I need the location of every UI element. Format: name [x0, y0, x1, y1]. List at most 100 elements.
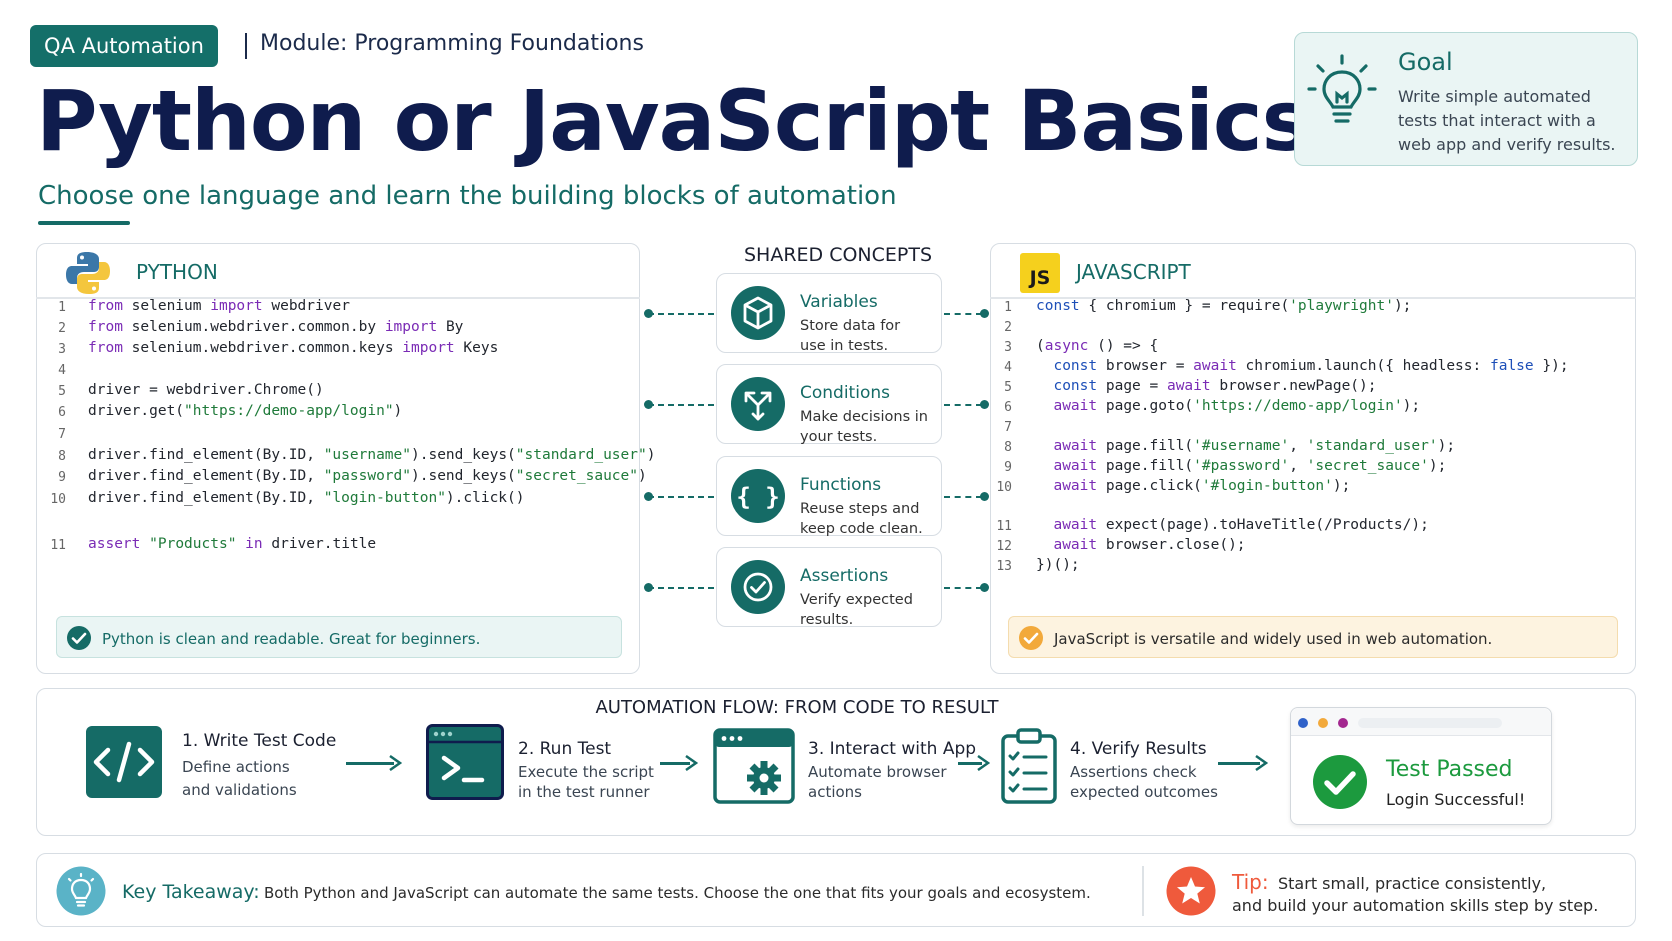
key-takeaway-text: Both Python and JavaScript can automate … [264, 884, 1091, 902]
code-token: selenium [122, 298, 211, 314]
code-token: await [1053, 478, 1098, 494]
line-number: 3 [1004, 340, 1012, 355]
code-text: from selenium.webdriver.common.by import… [88, 319, 463, 335]
topic-badge: QA Automation [30, 25, 218, 67]
code-text: from selenium.webdriver.common.keys impo… [88, 340, 498, 356]
connector-line-left [648, 313, 714, 315]
connector-line-right [944, 496, 982, 498]
flow-step-2-line-1: Execute the script [518, 763, 654, 781]
concept-text: Verify expected results. [800, 592, 913, 628]
flow-step-4-line-1: Assertions check [1070, 763, 1197, 781]
line-number: 3 [58, 342, 66, 357]
code-token: driver.find_element(By.ID, [88, 447, 324, 463]
flow-step-2-line-2: in the test runner [518, 783, 650, 801]
tip-line-2: and build your automation skills step by… [1232, 896, 1599, 915]
code-text: driver.get("https://demo-app/login") [88, 403, 402, 419]
javascript-title: JAVASCRIPT [1076, 260, 1191, 284]
braces-icon: { } [731, 469, 785, 523]
flow-step-4-title: 4. Verify Results [1070, 739, 1207, 759]
code-token: chromium.launch({ headless: [1236, 358, 1490, 374]
check-circle-icon [731, 560, 785, 614]
code-token: ) [638, 468, 647, 484]
connector-line-right [944, 404, 982, 406]
code-token: await [1053, 398, 1098, 414]
code-token: , [1289, 438, 1307, 454]
code-text: driver.find_element(By.ID, "password").s… [88, 468, 647, 484]
python-title: PYTHON [136, 260, 218, 284]
line-number: 9 [1004, 460, 1012, 475]
code-token: "https://demo-app/login" [184, 403, 394, 419]
code-token: '#login-button' [1201, 478, 1333, 494]
check-circle-icon [1313, 755, 1367, 809]
code-token: browser.close(); [1097, 537, 1246, 553]
code-token: selenium.webdriver.common.by [122, 319, 385, 335]
code-token: false [1489, 358, 1534, 374]
code-token: await [1053, 458, 1098, 474]
flow-arrow-1 [346, 762, 394, 765]
arrow-right-icon [977, 755, 990, 771]
code-icon [86, 726, 162, 798]
code-token: ).send_keys( [411, 468, 516, 484]
flow-step-1-title: 1. Write Test Code [182, 731, 337, 751]
code-token: '#username' [1193, 438, 1290, 454]
code-text: await page.fill('#password', 'secret_sau… [1036, 458, 1446, 474]
concept-text: Make decisions in your tests. [800, 409, 928, 445]
code-text: const page = await browser.newPage(); [1036, 378, 1376, 394]
connector-line-left [648, 496, 714, 498]
code-token: 'playwright' [1289, 298, 1394, 314]
code-token: from [88, 298, 123, 314]
line-number: 7 [58, 427, 66, 442]
code-token: page.fill( [1097, 458, 1194, 474]
branch-icon [731, 377, 785, 431]
connector-dot [980, 583, 989, 592]
code-token: await [1053, 537, 1098, 553]
code-token: 'https://demo-app/login' [1193, 398, 1403, 414]
check-circle-icon [67, 626, 91, 650]
line-number: 10 [996, 480, 1012, 495]
python-logo-icon [66, 252, 110, 294]
line-number: 8 [58, 449, 66, 464]
code-token: "username" [323, 447, 412, 463]
line-number: 8 [1004, 440, 1012, 455]
code-token: from [88, 340, 123, 356]
code-text: driver = webdriver.Chrome() [88, 382, 324, 398]
arrow-right-icon [685, 755, 698, 771]
browser-settings-icon [713, 728, 795, 804]
code-token: async [1044, 338, 1089, 354]
code-token: "login-button" [323, 490, 446, 506]
code-token: from [88, 319, 123, 335]
flow-step-1-line-1: Define actions [182, 758, 290, 776]
code-text: const browser = await chromium.launch({ … [1036, 358, 1569, 374]
javascript-note: JavaScript is versatile and widely used … [1054, 630, 1493, 648]
code-token: const [1053, 378, 1098, 394]
shared-concepts-title: SHARED CONCEPTS [743, 244, 933, 266]
goal-text: Write simple automated tests that intera… [1398, 87, 1616, 154]
page-title: Python or JavaScript Basics [36, 72, 1312, 170]
concept-title: Functions [800, 475, 882, 495]
svg-text:{ }: { } [736, 483, 779, 511]
concept-text: Store data for use in tests. [800, 318, 901, 354]
code-token: ); [1402, 398, 1421, 414]
code-token: () => { [1088, 338, 1159, 354]
flow-step-2-title: 2. Run Test [518, 739, 612, 759]
goal-title: Goal [1398, 48, 1453, 76]
code-token: Keys [454, 340, 499, 356]
code-token: in [245, 536, 263, 552]
code-token: }); [1533, 358, 1569, 374]
clipboard-checklist-icon [1001, 728, 1057, 804]
lightbulb-icon [1307, 54, 1377, 123]
connector-line-left [648, 587, 714, 589]
window-dot [1318, 718, 1328, 728]
code-token: ).click() [445, 490, 525, 506]
code-token: driver.title [262, 536, 377, 552]
code-token: 'secret_sauce' [1306, 458, 1429, 474]
key-takeaway-label: Key Takeaway: [122, 881, 260, 903]
line-number: 12 [996, 539, 1012, 554]
line-number: 1 [1004, 300, 1012, 315]
code-text: assert "Products" in driver.title [88, 536, 376, 552]
code-token: await [1053, 517, 1098, 533]
line-number: 10 [50, 492, 66, 507]
